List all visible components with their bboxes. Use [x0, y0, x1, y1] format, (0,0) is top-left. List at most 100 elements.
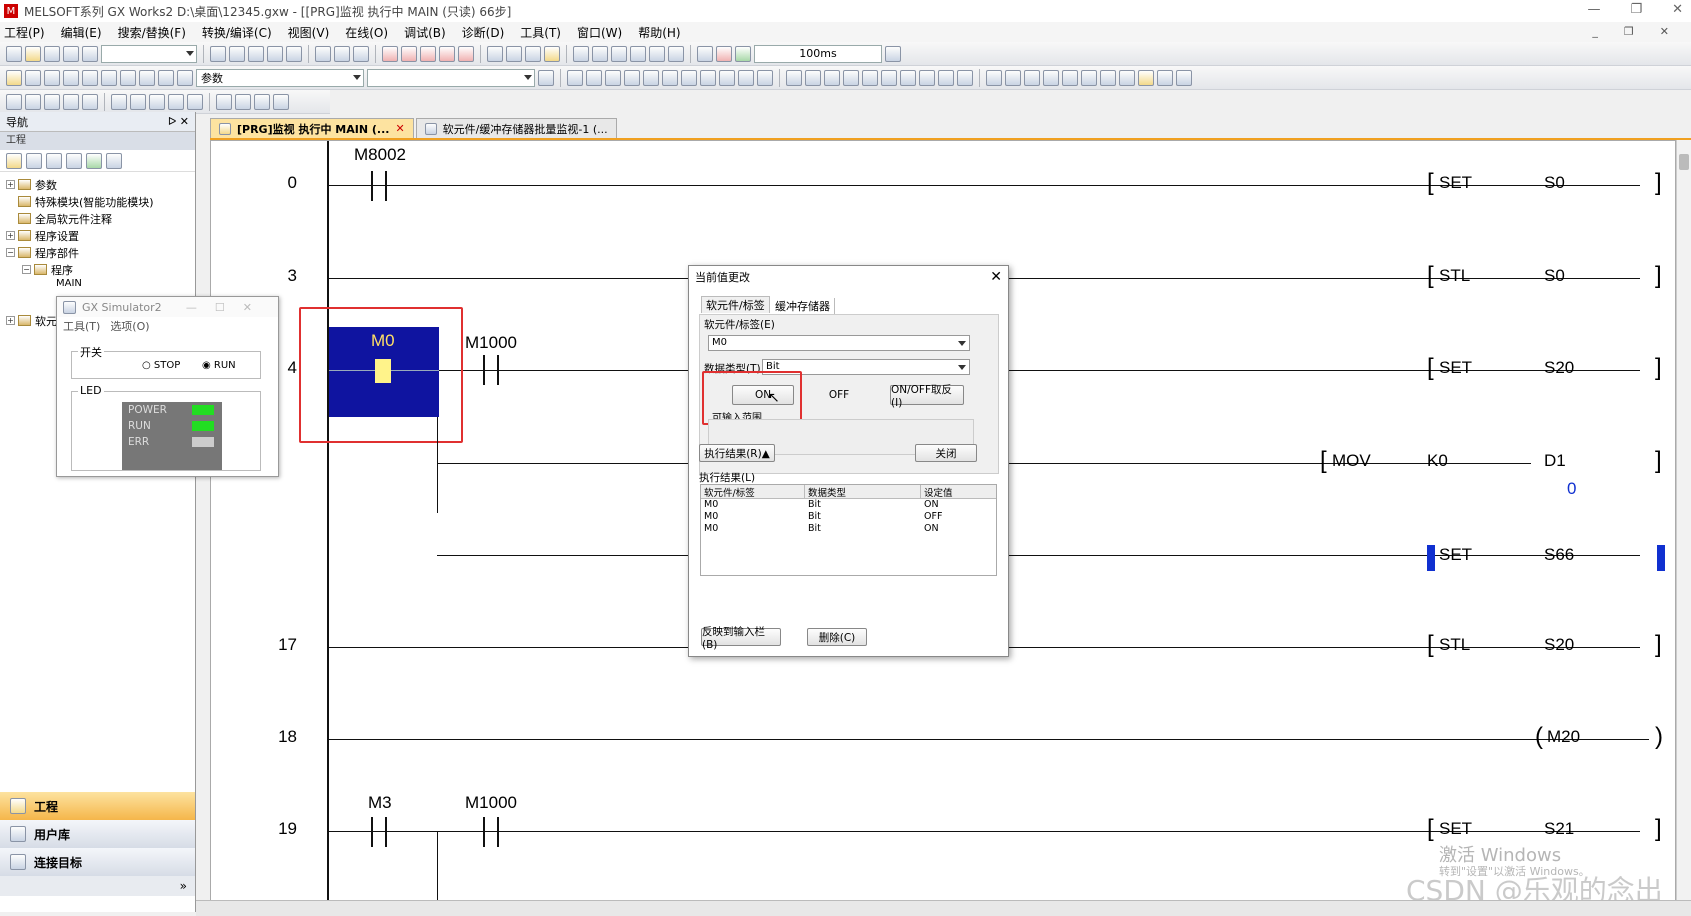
misc-8-icon[interactable] — [1119, 69, 1135, 86]
tree-item-prog-settings[interactable]: + 程序设置 — [0, 227, 195, 244]
menu-compile[interactable]: 转换/编译(C) — [202, 24, 272, 41]
extra-12-icon[interactable] — [235, 93, 251, 110]
tab-close-icon[interactable]: ✕ — [395, 122, 404, 135]
close-button[interactable]: 关闭 — [915, 444, 977, 462]
collapse-icon[interactable]: − — [6, 248, 15, 257]
menu-project[interactable]: 工程(P) — [4, 24, 45, 41]
scroll-thumb[interactable] — [1679, 154, 1689, 170]
statement-icon[interactable] — [101, 69, 117, 86]
pin-close-icon[interactable]: ᐅ ✕ — [168, 115, 189, 128]
vertical-scrollbar[interactable] — [1676, 140, 1691, 912]
caf10-icon[interactable] — [881, 69, 897, 86]
table-row[interactable]: M0 Bit ON — [701, 499, 996, 511]
misc-7-icon[interactable] — [1100, 69, 1116, 86]
misc-10-icon[interactable] — [1176, 69, 1192, 86]
current-value-dialog[interactable]: 当前值更改 ✕ 软元件/标签 缓冲存储器 软元件/标签(E) M0 数据类型(T)… — [688, 265, 1009, 657]
print-icon[interactable] — [63, 45, 79, 62]
collapse-icon[interactable]: − — [22, 265, 31, 274]
toolbar-combo[interactable] — [101, 44, 197, 63]
simulator-window[interactable]: GX Simulator2 —☐✕ 工具(T) 选项(O) 开关 ○ STOP ◉ … — [56, 296, 279, 477]
replace-icon[interactable] — [334, 45, 350, 62]
sf8-icon[interactable] — [805, 69, 821, 86]
caf5-icon[interactable] — [919, 69, 935, 86]
nav-tool-6-icon[interactable] — [106, 152, 122, 169]
sf7-icon[interactable] — [786, 69, 802, 86]
extra-3-icon[interactable] — [44, 93, 60, 110]
misc-6-icon[interactable] — [1081, 69, 1097, 86]
exec-result-button[interactable]: 执行结果(R)▲ — [699, 444, 775, 462]
tree-item-params[interactable]: + 参数 — [0, 176, 195, 193]
tree-item-comment[interactable]: 全局软元件注释 — [0, 210, 195, 227]
ladder-tool-4-icon[interactable] — [630, 45, 646, 62]
paste-icon[interactable] — [248, 45, 264, 62]
info-icon[interactable] — [158, 69, 174, 86]
extra-13-icon[interactable] — [254, 93, 270, 110]
undo-icon[interactable] — [267, 45, 283, 62]
misc-1-icon[interactable] — [986, 69, 1002, 86]
sim-menu-options[interactable]: 选项(O) — [110, 318, 149, 334]
rung-icon[interactable] — [957, 69, 973, 86]
open-icon[interactable] — [25, 45, 41, 62]
off-button[interactable]: OFF — [808, 385, 870, 405]
find-icon[interactable] — [315, 45, 331, 62]
note-icon[interactable] — [120, 69, 136, 86]
extra-1-icon[interactable] — [6, 93, 22, 110]
f10-line-icon[interactable] — [719, 69, 735, 86]
sf5-contact-icon[interactable] — [586, 69, 602, 86]
menu-view[interactable]: 视图(V) — [288, 24, 330, 41]
menu-help[interactable]: 帮助(H) — [638, 24, 680, 41]
contact-m3[interactable] — [371, 817, 373, 847]
reflect-button[interactable]: 反映到输入栏(B) — [701, 626, 781, 651]
tree-item-special[interactable]: 特殊模块(智能功能模块) — [0, 193, 195, 210]
sim-start-icon[interactable] — [525, 45, 541, 62]
sf6-contact-icon[interactable] — [624, 69, 640, 86]
doc-icon[interactable] — [538, 69, 554, 86]
stop-radio[interactable]: ○ STOP — [142, 360, 180, 371]
monitor-icon[interactable] — [439, 45, 455, 62]
table-row[interactable]: M0 Bit ON — [701, 523, 996, 535]
minimize-icon[interactable]: — — [1587, 0, 1600, 20]
extra-11-icon[interactable] — [216, 93, 232, 110]
nav-tab-library[interactable]: 用户库 — [0, 820, 195, 848]
verify-icon[interactable] — [420, 45, 436, 62]
extra-7-icon[interactable] — [130, 93, 146, 110]
menu-online[interactable]: 在线(O) — [345, 24, 388, 41]
child-close-icon[interactable]: ✕ — [1660, 22, 1669, 42]
zoom-icon[interactable] — [139, 69, 155, 86]
f7-coil-icon[interactable] — [643, 69, 659, 86]
tab-buffer-memory[interactable]: 缓冲存储器 — [771, 298, 835, 314]
param-combo[interactable]: 参数 — [196, 68, 364, 87]
watch-icon[interactable] — [487, 45, 503, 62]
ladder-tool-6-icon[interactable] — [668, 45, 684, 62]
expand-icon[interactable]: + — [6, 231, 15, 240]
extra-2-icon[interactable] — [25, 93, 41, 110]
menu-tools[interactable]: 工具(T) — [520, 24, 561, 41]
menu-window[interactable]: 窗口(W) — [577, 24, 622, 41]
nav-tab-connection[interactable]: 连接目标 — [0, 848, 195, 876]
menu-diagnose[interactable]: 诊断(D) — [462, 24, 505, 41]
write-plc-icon[interactable] — [382, 45, 398, 62]
nav-more-icon[interactable]: » — [0, 876, 195, 896]
cf10b-icon[interactable] — [938, 69, 954, 86]
sim-menu-tools[interactable]: 工具(T) — [63, 318, 100, 334]
monitor-stop-icon[interactable] — [458, 45, 474, 62]
tab-device-label[interactable]: 软元件/标签 — [701, 296, 770, 313]
expand-icon[interactable]: + — [6, 316, 15, 325]
child-minimize-icon[interactable]: _ — [1592, 22, 1598, 42]
table-row[interactable]: M0 Bit OFF — [701, 511, 996, 523]
sim-stop-icon[interactable] — [544, 45, 560, 62]
contact-m1000[interactable] — [483, 817, 485, 847]
restore-icon[interactable]: ❐ — [1630, 0, 1642, 20]
nav-tool-5-icon[interactable] — [86, 152, 102, 169]
extra-14-icon[interactable] — [273, 93, 289, 110]
device-icon[interactable] — [63, 69, 79, 86]
cf10-icon[interactable] — [757, 69, 773, 86]
help-icon[interactable] — [82, 45, 98, 62]
af8-icon[interactable] — [843, 69, 859, 86]
saf5-icon[interactable] — [862, 69, 878, 86]
copy-icon[interactable] — [229, 45, 245, 62]
ladder-tool-2-icon[interactable] — [592, 45, 608, 62]
step-icon[interactable] — [697, 45, 713, 62]
device-input[interactable]: M0 — [708, 335, 970, 351]
af5-icon[interactable] — [900, 69, 916, 86]
